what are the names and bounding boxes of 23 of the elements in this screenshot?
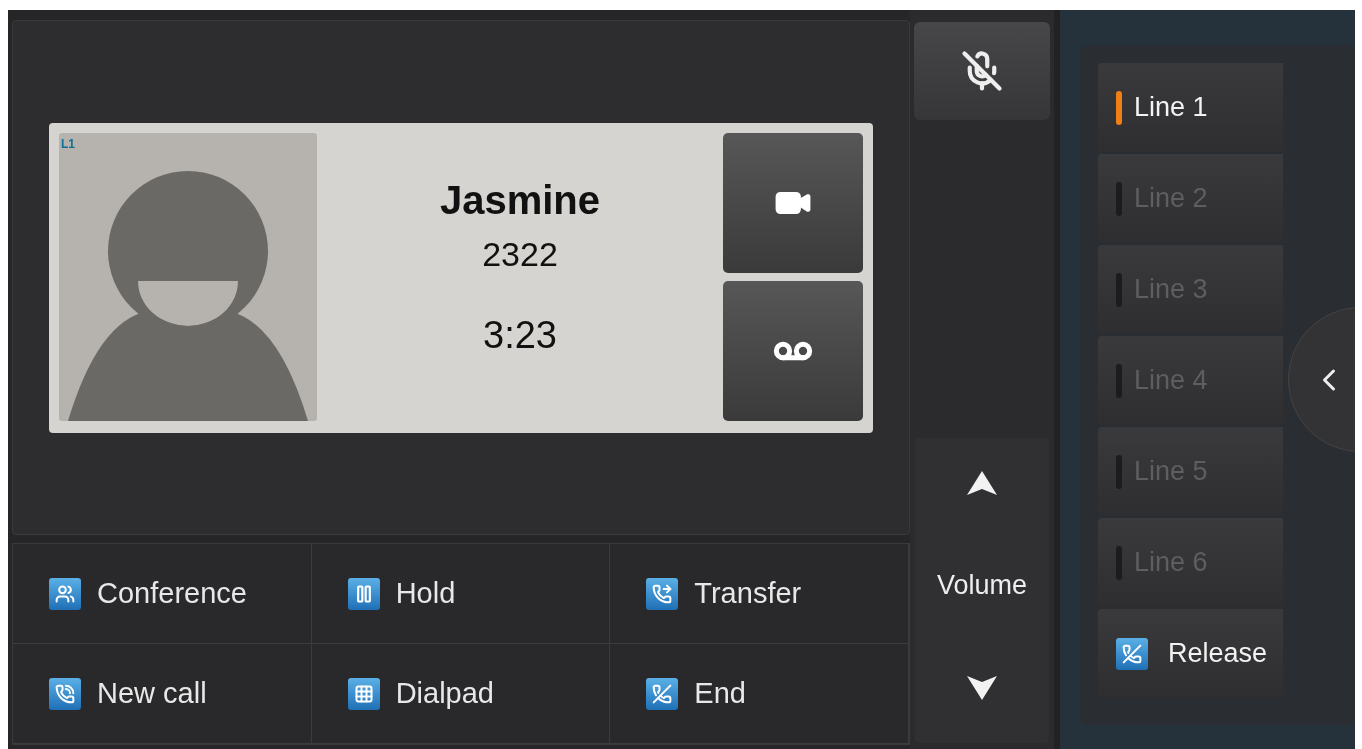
dialpad-icon xyxy=(347,677,380,710)
record-button[interactable] xyxy=(723,280,863,421)
action-button[interactable]: Hold xyxy=(311,544,611,644)
line-label: L1 xyxy=(61,136,75,151)
action-button[interactable]: Transfer xyxy=(610,544,909,644)
phone-call-icon xyxy=(49,677,81,710)
mute-button[interactable] xyxy=(914,22,1050,120)
phone-off-icon xyxy=(1116,637,1148,670)
action-button[interactable]: Conference xyxy=(13,544,312,644)
pause-icon xyxy=(347,577,380,610)
volume-label: Volume xyxy=(936,570,1028,601)
caller-number: 2322 xyxy=(482,234,558,274)
action-button[interactable]: End xyxy=(610,644,909,744)
call-duration: 3:23 xyxy=(483,313,557,357)
caller-name: Jasmine xyxy=(439,177,601,223)
action-button[interactable]: Dialpad xyxy=(311,644,611,744)
release-button[interactable]: Release xyxy=(1098,609,1283,698)
video-button[interactable] xyxy=(723,132,863,273)
mic-off-icon xyxy=(961,50,1003,92)
line-button[interactable]: Line 1 xyxy=(1098,63,1283,152)
people-icon xyxy=(49,577,81,610)
action-button[interactable]: New call xyxy=(13,644,312,744)
phone-off-icon xyxy=(646,677,679,710)
